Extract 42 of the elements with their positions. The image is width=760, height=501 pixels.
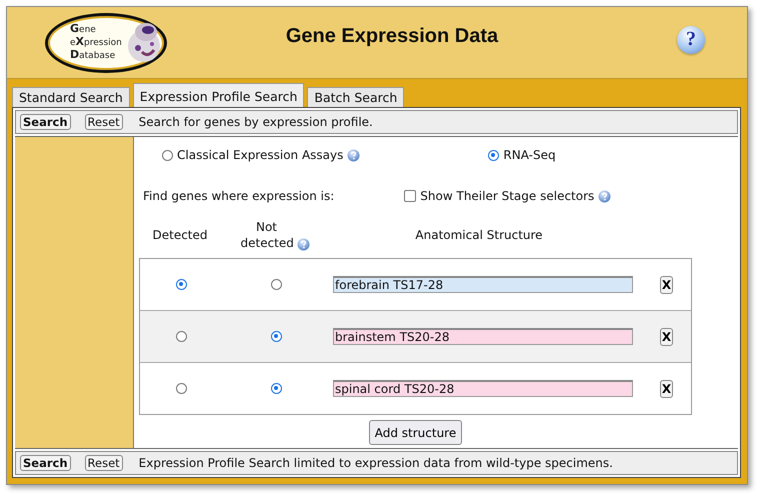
logo-text: eXpression <box>70 36 122 49</box>
option-label[interactable]: Classical Expression Assays <box>177 148 344 162</box>
search-button[interactable]: Search <box>20 455 71 471</box>
radio-button[interactable] <box>162 150 173 160</box>
not-detected-radio[interactable] <box>270 383 282 394</box>
remove-button[interactable]: X <box>660 328 673 346</box>
detected-radio[interactable] <box>176 383 186 394</box>
radio-button[interactable] <box>488 150 500 160</box>
find-label: Find genes where expression is: <box>143 189 334 203</box>
detected-radio[interactable] <box>176 279 186 290</box>
not-detected-radio[interactable] <box>270 331 282 342</box>
add-structure-button[interactable]: Add structure <box>368 420 462 445</box>
option-label[interactable]: RNA-Seq <box>503 148 556 162</box>
help-button[interactable]: ? <box>677 26 705 54</box>
tab[interactable]: Batch Search <box>307 87 404 107</box>
tab[interactable]: Standard Search <box>12 87 130 107</box>
help-icon[interactable] <box>598 190 612 202</box>
checkbox-label[interactable]: Show Theiler Stage selectors <box>420 189 594 203</box>
logo[interactable]: Gene eXpression Database <box>45 12 167 72</box>
structure-field[interactable]: spinal cord TS20-28 <box>333 380 633 397</box>
help-icon[interactable] <box>347 148 360 162</box>
bar-text: Expression Profile Search limited to expression data from wild-type specimens. <box>138 456 613 470</box>
remove-button[interactable]: X <box>660 276 673 294</box>
column-header: Anatomical Structure <box>414 228 544 242</box>
reset-button[interactable]: Reset <box>84 455 123 471</box>
column-header: Not detected <box>240 219 292 251</box>
checkbox[interactable] <box>404 190 416 202</box>
detected-radio[interactable] <box>176 331 186 342</box>
search-button[interactable]: Search <box>20 114 71 130</box>
embryo-drawing <box>126 22 162 64</box>
page-title: Gene Expression Data <box>284 25 500 48</box>
help-icon[interactable] <box>296 238 310 251</box>
tab[interactable]: Expression Profile Search <box>132 83 304 107</box>
remove-button[interactable]: X <box>660 380 673 398</box>
logo-text: Gene <box>70 23 97 36</box>
structure-field[interactable]: brainstem TS20-28 <box>333 328 633 345</box>
bar-text: Search for genes by expression profile. <box>138 115 373 129</box>
not-detected-radio[interactable] <box>270 279 282 290</box>
logo-text: Database <box>70 49 116 62</box>
structure-field[interactable]: forebrain TS17-28 <box>333 276 633 293</box>
column-header: Detected <box>151 228 208 242</box>
reset-button[interactable]: Reset <box>84 114 123 130</box>
